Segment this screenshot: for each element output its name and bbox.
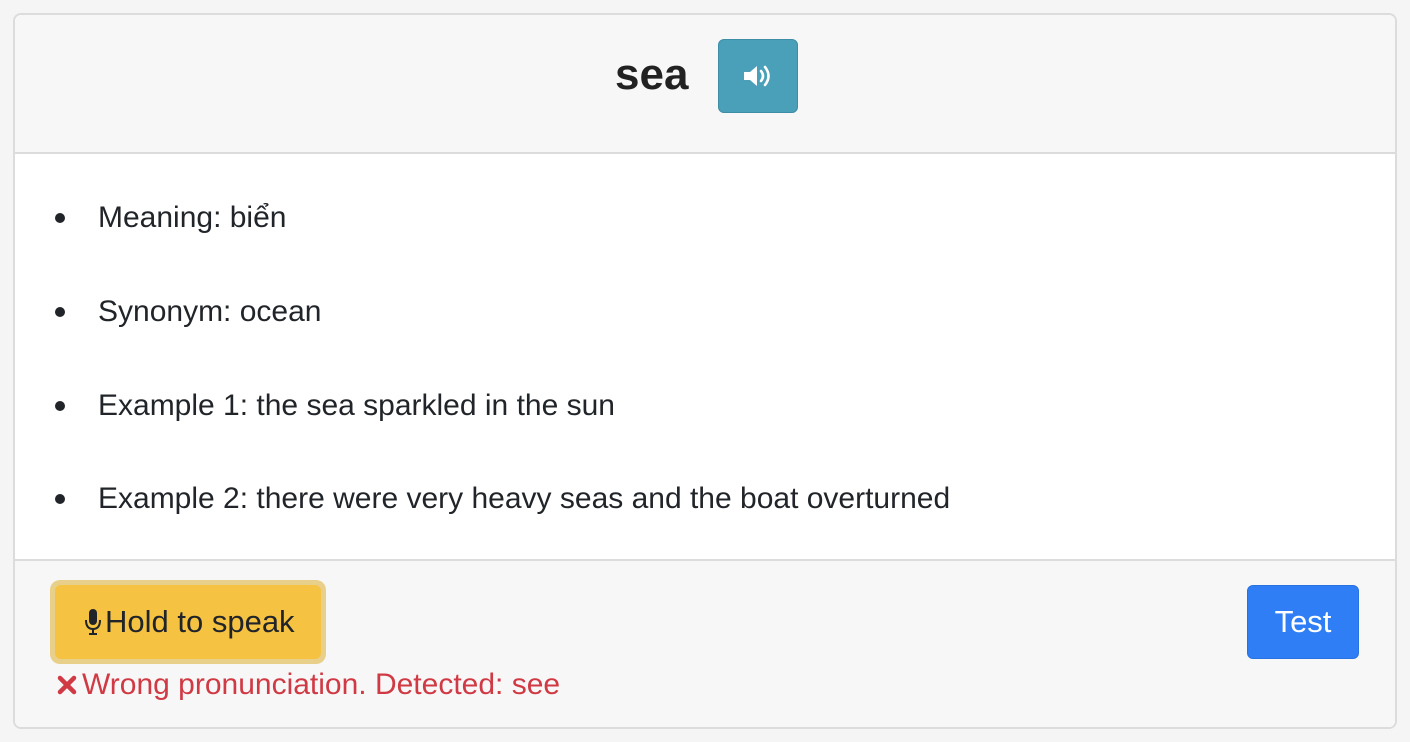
example-1-text: Example 1: the sea sparkled in the sun [98, 389, 615, 422]
word-details: Meaning: biển Synonym: ocean Example 1: … [15, 154, 1395, 561]
bullet [55, 401, 65, 411]
card-footer: Hold to speak Wrong pronunciation. Detec… [15, 561, 1395, 727]
bullet [55, 307, 65, 317]
vocab-word: sea [615, 50, 689, 99]
microphone-icon [85, 609, 101, 635]
bullet [55, 494, 65, 504]
pronunciation-result: Wrong pronunciation. Detected: see [56, 665, 560, 705]
card-header: sea [15, 15, 1395, 154]
x-mark-icon [57, 675, 77, 695]
hold-to-speak-label: Hold to speak [105, 604, 295, 639]
result-message: Wrong pronunciation. Detected: see [82, 668, 561, 701]
play-pronunciation-button[interactable] [718, 39, 798, 113]
bullet [55, 213, 65, 223]
test-button[interactable]: Test [1247, 585, 1359, 659]
meaning-text: Meaning: biển [98, 201, 287, 234]
synonym-text: Synonym: ocean [98, 295, 322, 328]
hold-to-speak-inner: Hold to speak [55, 585, 321, 659]
word-card: sea Meaning: biển Synonym: ocean Example… [13, 13, 1397, 729]
hold-to-speak-button[interactable]: Hold to speak [50, 580, 326, 664]
example-2-text: Example 2: there were very heavy seas an… [98, 482, 951, 515]
volume-up-icon [744, 65, 770, 87]
